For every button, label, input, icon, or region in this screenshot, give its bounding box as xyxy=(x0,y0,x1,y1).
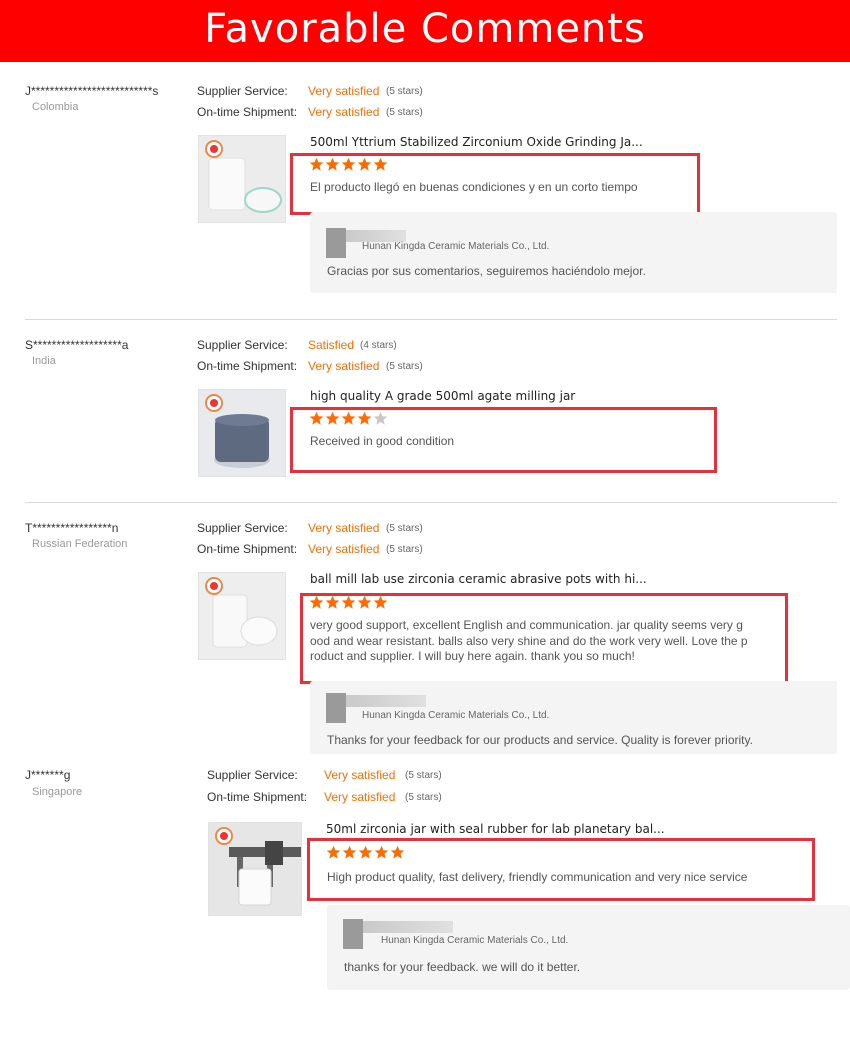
buyer-name: T*****************n xyxy=(25,521,119,535)
supplier-service-value: Satisfied xyxy=(308,338,355,352)
ontime-shipment-label: On-time Shipment: xyxy=(207,790,308,804)
buyer-country: Colombia xyxy=(32,101,79,113)
product-thumbnail[interactable] xyxy=(208,822,302,916)
supplier-service-value: Very satisfied xyxy=(324,768,396,782)
buyer-name: S*******************a xyxy=(25,338,129,352)
supplier-name: Hunan Kingda Ceramic Materials Co., Ltd. xyxy=(362,241,550,252)
highlight-box xyxy=(300,593,788,684)
supplier-service-value: Very satisfied xyxy=(308,521,380,535)
supplier-service-stars: (4 stars) xyxy=(360,340,397,351)
buyer-country: India xyxy=(32,355,56,367)
product-thumbnail[interactable] xyxy=(198,572,286,660)
brand-logo-icon xyxy=(205,577,223,595)
ontime-shipment-value: Very satisfied xyxy=(308,542,380,556)
supplier-name-redacted xyxy=(346,695,426,707)
supplier-name: Hunan Kingda Ceramic Materials Co., Ltd. xyxy=(362,710,550,721)
reply-text: thanks for your feedback. we will do it … xyxy=(344,960,581,974)
supplier-service-stars: (5 stars) xyxy=(405,770,442,781)
product-thumbnail[interactable] xyxy=(198,389,286,477)
brand-logo-icon xyxy=(215,827,233,845)
brand-logo-icon xyxy=(205,394,223,412)
divider xyxy=(25,319,837,320)
supplier-service-stars: (5 stars) xyxy=(386,86,423,97)
ontime-shipment-stars: (5 stars) xyxy=(405,792,442,803)
supplier-reply: Hunan Kingda Ceramic Materials Co., Ltd.… xyxy=(310,212,837,293)
header-banner: Favorable Comments xyxy=(0,0,850,62)
ontime-shipment-stars: (5 stars) xyxy=(386,544,423,555)
reply-text: Thanks for your feedback for our product… xyxy=(327,733,753,747)
supplier-avatar xyxy=(343,919,363,949)
buyer-name: J*******g xyxy=(25,768,71,782)
supplier-reply: Hunan Kingda Ceramic Materials Co., Ltd.… xyxy=(310,681,837,754)
supplier-service-label: Supplier Service: xyxy=(207,768,298,782)
highlight-box xyxy=(290,153,700,215)
buyer-country: Singapore xyxy=(32,786,83,798)
highlight-box xyxy=(290,407,717,473)
supplier-name-redacted xyxy=(363,921,453,933)
supplier-service-label: Supplier Service: xyxy=(197,338,288,352)
reply-text: Gracias por sus comentarios, seguiremos … xyxy=(327,264,646,278)
highlight-box xyxy=(307,838,815,901)
ontime-shipment-label: On-time Shipment: xyxy=(197,542,298,556)
supplier-service-label: Supplier Service: xyxy=(197,84,288,98)
brand-logo-icon xyxy=(205,140,223,158)
buyer-country: Russian Federation xyxy=(32,538,128,550)
supplier-name: Hunan Kingda Ceramic Materials Co., Ltd. xyxy=(381,935,569,946)
supplier-avatar xyxy=(326,228,346,258)
product-thumbnail[interactable] xyxy=(198,135,286,223)
product-title-link[interactable]: high quality A grade 500ml agate milling… xyxy=(310,389,575,403)
ontime-shipment-value: Very satisfied xyxy=(308,105,380,119)
product-title-link[interactable]: 50ml zirconia jar with seal rubber for l… xyxy=(326,822,665,836)
ontime-shipment-label: On-time Shipment: xyxy=(197,105,298,119)
product-title-link[interactable]: 500ml Yttrium Stabilized Zirconium Oxide… xyxy=(310,135,643,149)
ontime-shipment-label: On-time Shipment: xyxy=(197,359,298,373)
product-title-link[interactable]: ball mill lab use zirconia ceramic abras… xyxy=(310,572,647,586)
ontime-shipment-value: Very satisfied xyxy=(324,790,396,804)
supplier-reply: Hunan Kingda Ceramic Materials Co., Ltd.… xyxy=(327,905,850,990)
supplier-service-label: Supplier Service: xyxy=(197,521,288,535)
supplier-avatar xyxy=(326,693,346,723)
supplier-service-stars: (5 stars) xyxy=(386,523,423,534)
ontime-shipment-stars: (5 stars) xyxy=(386,107,423,118)
divider xyxy=(25,502,837,503)
ontime-shipment-value: Very satisfied xyxy=(308,359,380,373)
supplier-service-value: Very satisfied xyxy=(308,84,380,98)
ontime-shipment-stars: (5 stars) xyxy=(386,361,423,372)
banner-title: Favorable Comments xyxy=(204,6,646,52)
buyer-name: J**************************s xyxy=(25,84,159,98)
